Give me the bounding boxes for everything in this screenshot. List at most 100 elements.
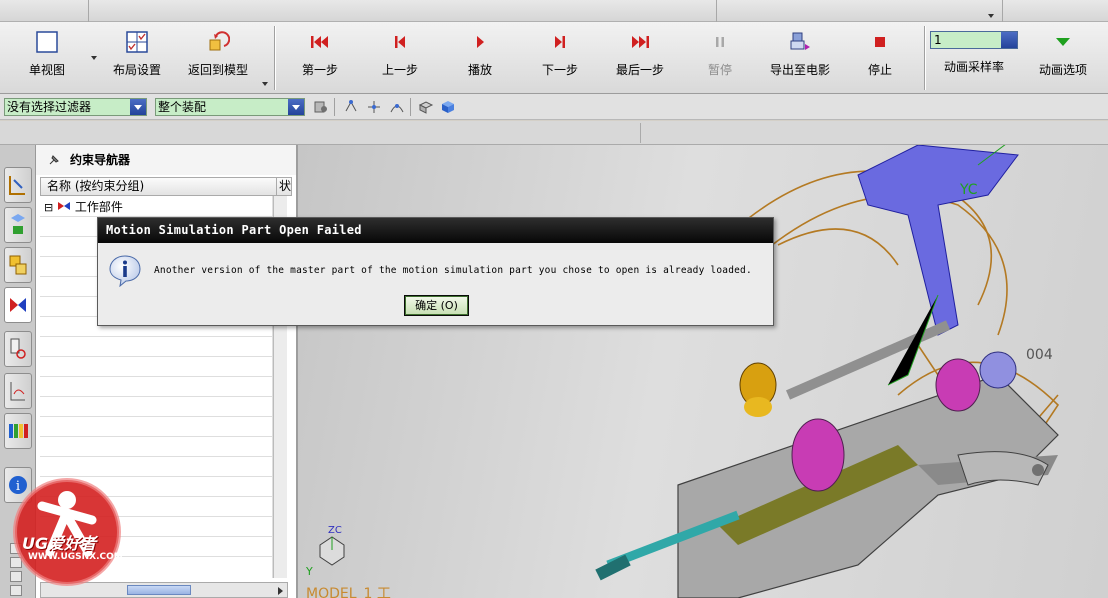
navigator-column-header[interactable]: 名称 (按约束分组) 状 (40, 177, 292, 196)
grid-line (40, 336, 272, 337)
ug-watermark-logo: UG爱好者 WWW.UGSNX.COM (6, 472, 128, 592)
play-button[interactable]: 播放 (450, 26, 510, 90)
snap-intersect-icon[interactable] (366, 99, 382, 115)
last-step-button[interactable]: 最后一步 (608, 26, 672, 90)
pin-icon[interactable] (48, 154, 60, 166)
return-to-model-button[interactable]: 返回到模型 (180, 26, 256, 90)
view-orient-icon[interactable] (418, 99, 434, 115)
grid-line (40, 456, 272, 457)
snap-arc-icon[interactable] (389, 99, 405, 115)
last-step-label: 最后一步 (615, 63, 664, 77)
triangle-down-green-icon (1056, 38, 1070, 46)
chevron-down-icon[interactable] (288, 99, 304, 115)
stop-icon (875, 37, 885, 47)
layout-grid-icon (126, 31, 148, 53)
previous-step-label: 上一步 (381, 63, 418, 77)
yc-axis-label: YC (960, 182, 978, 198)
ribbon-separator (924, 26, 925, 90)
motion-navigator-tab[interactable] (4, 287, 32, 323)
column-header-status[interactable]: 状 (276, 178, 292, 195)
toolbar-separator (640, 123, 641, 143)
view-dropdown-arrow-icon[interactable] (91, 56, 97, 60)
snap-point-icon[interactable] (343, 99, 359, 115)
next-step-label: 下一步 (541, 63, 578, 77)
stop-label: 停止 (867, 63, 892, 77)
pause-button[interactable]: 暂停 (690, 26, 750, 90)
triad-y-label: Y (306, 565, 313, 578)
error-dialog: Motion Simulation Part Open Failed Anoth… (97, 217, 774, 326)
single-view-button[interactable]: 单视图 (16, 26, 78, 90)
model-label: MODEL_1 工 (306, 586, 391, 598)
chevron-down-icon[interactable] (988, 14, 994, 18)
assembly-scope-value: 整个装配 (158, 100, 207, 114)
status-toolbar (0, 121, 1108, 145)
previous-step-icon (395, 36, 405, 48)
chevron-down-icon[interactable] (130, 99, 146, 115)
animation-options-button[interactable]: 动画选项 (1030, 26, 1096, 90)
shaded-view-icon[interactable] (440, 99, 456, 115)
menu-strip (0, 0, 1108, 22)
next-step-button[interactable]: 下一步 (530, 26, 590, 90)
first-step-button[interactable]: 第一步 (290, 26, 350, 90)
last-step-icon (632, 36, 649, 48)
assembly-navigator-icon (9, 176, 25, 195)
sequence-icon (10, 338, 26, 359)
info-icon (109, 255, 141, 287)
return-to-model-label: 返回到模型 (187, 63, 248, 77)
selection-filter-select[interactable]: 没有选择过滤器 (4, 98, 147, 116)
chevron-right-icon (278, 587, 283, 595)
previous-step-button[interactable]: 上一步 (370, 26, 430, 90)
strip-separator (716, 0, 717, 22)
navigator-title: 约束导航器 (36, 145, 296, 175)
filter-separator (334, 98, 335, 116)
first-step-label: 第一步 (301, 63, 338, 77)
single-view-icon (36, 31, 58, 53)
grid-line (40, 396, 272, 397)
export-movie-button[interactable]: 导出至电影 (762, 26, 838, 90)
part-label: 004 (1026, 347, 1053, 363)
sample-rate-select[interactable]: 1 (930, 31, 1018, 49)
tree-row-work-part[interactable]: ⊟ 工作部件 (44, 198, 123, 216)
navigator-title-text: 约束导航器 (70, 153, 131, 167)
constraint-group-icon (58, 202, 71, 210)
dialog-message: Another version of the master part of th… (154, 265, 752, 276)
grid-line (40, 436, 272, 437)
next-step-icon (555, 36, 565, 48)
palette-tab[interactable] (4, 413, 32, 449)
ok-button[interactable]: 确定 (O) (404, 295, 469, 316)
layout-settings-label: 布局设置 (112, 63, 161, 77)
selection-filter-bar: 没有选择过滤器 整个装配 (0, 94, 1108, 120)
return-to-model-icon (209, 31, 230, 51)
cad-assembly-model[interactable] (298, 145, 1108, 598)
reuse-library-tab[interactable] (4, 247, 32, 283)
ribbon-toolbar: 单视图 布局设置 返回到模型 第一步 上一步 播放 下一步 最后一步 暂停 导出… (0, 22, 1108, 94)
constraint-navigator-tab[interactable] (4, 207, 32, 243)
constraint-icon (10, 298, 26, 312)
part-navigator-icon (11, 214, 25, 234)
sample-rate-value: 1 (934, 33, 942, 47)
history-tab[interactable] (4, 373, 32, 409)
dialog-title-bar[interactable]: Motion Simulation Part Open Failed (98, 218, 773, 243)
watermark-text: UG爱好者 (22, 534, 97, 553)
watermark-url: WWW.UGSNX.COM (28, 552, 123, 562)
assembly-navigator-tab[interactable] (4, 167, 32, 203)
expand-collapse-icon[interactable]: ⊟ (44, 201, 53, 214)
assembly-scope-select[interactable]: 整个装配 (155, 98, 305, 116)
group-dropdown-arrow-icon[interactable] (262, 82, 268, 86)
scroll-right-arrow[interactable] (275, 585, 285, 595)
scrollbar-thumb[interactable] (127, 585, 191, 595)
reuse-library-icon (9, 255, 27, 275)
chevron-down-icon[interactable] (1001, 32, 1017, 48)
play-icon (477, 36, 484, 48)
ribbon-separator (274, 26, 275, 90)
stop-button[interactable]: 停止 (850, 26, 910, 90)
sample-rate-label: 动画采样率 (943, 60, 1004, 74)
grid-line (40, 416, 272, 417)
layout-settings-button[interactable]: 布局设置 (104, 26, 170, 90)
sequence-navigator-tab[interactable] (4, 331, 32, 367)
animation-options-label: 动画选项 (1038, 63, 1087, 77)
first-step-icon (311, 36, 328, 48)
export-movie-icon (790, 32, 810, 50)
component-filter-icon[interactable] (313, 99, 329, 115)
graphics-viewport[interactable]: YC 004 ZC Y MODEL_1 工 (298, 145, 1108, 598)
